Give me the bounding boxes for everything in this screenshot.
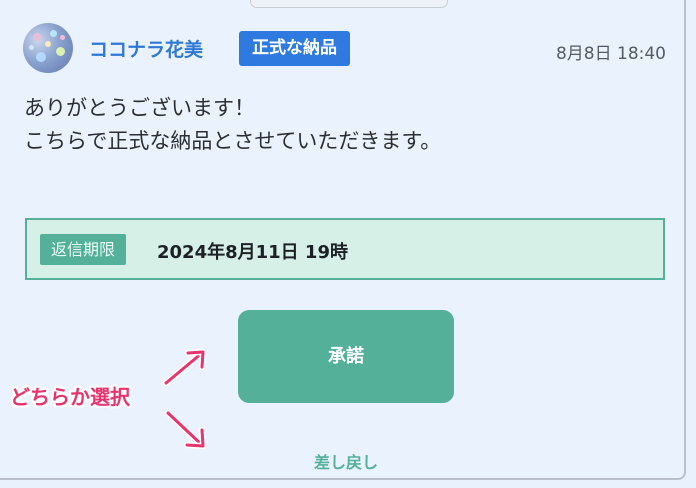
deadline-box: 返信期限 2024年8月11日 19時 [25, 218, 665, 280]
deadline-label: 返信期限 [40, 234, 127, 265]
return-link[interactable]: 差し戻し [298, 449, 394, 473]
sender-name[interactable]: ココナラ花美 [89, 35, 203, 62]
message-line: ありがとうございます！ [24, 96, 255, 120]
message-line: こちらで正式な納品とさせていただきます。 [24, 129, 442, 153]
deadline-value: 2024年8月11日 19時 [157, 242, 348, 263]
message-card: ココナラ花美 正式な納品 8月8日 18:40 ありがとうございます！ こちらで… [0, 0, 686, 480]
arrow-icon [165, 410, 206, 449]
avatar[interactable] [23, 23, 73, 73]
card-top-tab [250, 0, 448, 8]
accept-button[interactable]: 承諾 [238, 310, 454, 403]
status-badge: 正式な納品 [239, 31, 350, 66]
arrow-icon [163, 349, 206, 386]
message-body: ありがとうございます！ こちらで正式な納品とさせていただきます。 [24, 92, 441, 158]
choose-annotation: どちらか選択 [10, 385, 130, 409]
timestamp: 8月8日 18:40 [555, 44, 666, 64]
